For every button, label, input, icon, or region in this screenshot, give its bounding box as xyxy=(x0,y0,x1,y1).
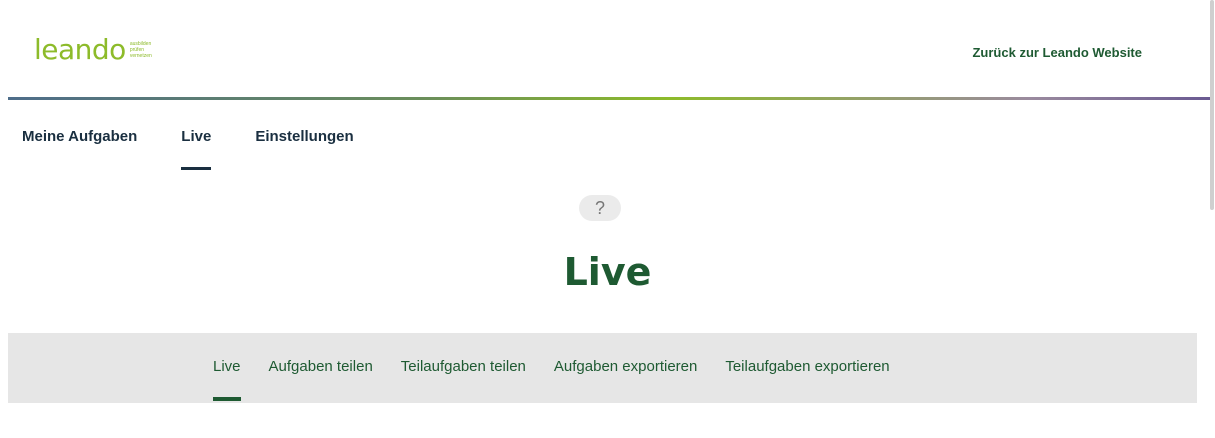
logo-tagline: ausbilden prüfen vernetzen xyxy=(130,41,152,59)
header-divider xyxy=(8,97,1210,100)
nav-item-einstellungen[interactable]: Einstellungen xyxy=(255,128,353,145)
page-scrollbar[interactable] xyxy=(1209,0,1215,438)
nav-item-meine-aufgaben[interactable]: Meine Aufgaben xyxy=(22,128,137,145)
logo-tagline-line: vernetzen xyxy=(129,53,152,59)
logo-wordmark: leando xyxy=(34,33,126,66)
back-to-website-link[interactable]: Zurück zur Leando Website xyxy=(972,45,1142,60)
subnav-item-live[interactable]: Live xyxy=(213,358,241,401)
main-nav: Meine Aufgaben Live Einstellungen xyxy=(22,128,398,170)
site-header: leando ausbilden prüfen vernetzen Zurück… xyxy=(0,0,1215,100)
subnav-item-aufgaben-exportieren[interactable]: Aufgaben exportieren xyxy=(554,358,697,375)
subnav-item-teilaufgaben-exportieren[interactable]: Teilaufgaben exportieren xyxy=(725,358,889,375)
sub-nav-bar: Live Aufgaben teilen Teilaufgaben teilen… xyxy=(8,333,1197,403)
sub-nav: Live Aufgaben teilen Teilaufgaben teilen… xyxy=(213,358,918,401)
help-button[interactable]: ? xyxy=(579,195,621,221)
nav-item-live[interactable]: Live xyxy=(181,128,212,170)
scrollbar-thumb[interactable] xyxy=(1210,0,1214,210)
question-mark-icon: ? xyxy=(594,197,605,218)
leando-logo[interactable]: leando ausbilden prüfen vernetzen xyxy=(34,36,152,64)
subnav-item-teilaufgaben-teilen[interactable]: Teilaufgaben teilen xyxy=(401,358,526,375)
subnav-item-aufgaben-teilen[interactable]: Aufgaben teilen xyxy=(269,358,373,375)
page-title: Live xyxy=(563,250,652,294)
